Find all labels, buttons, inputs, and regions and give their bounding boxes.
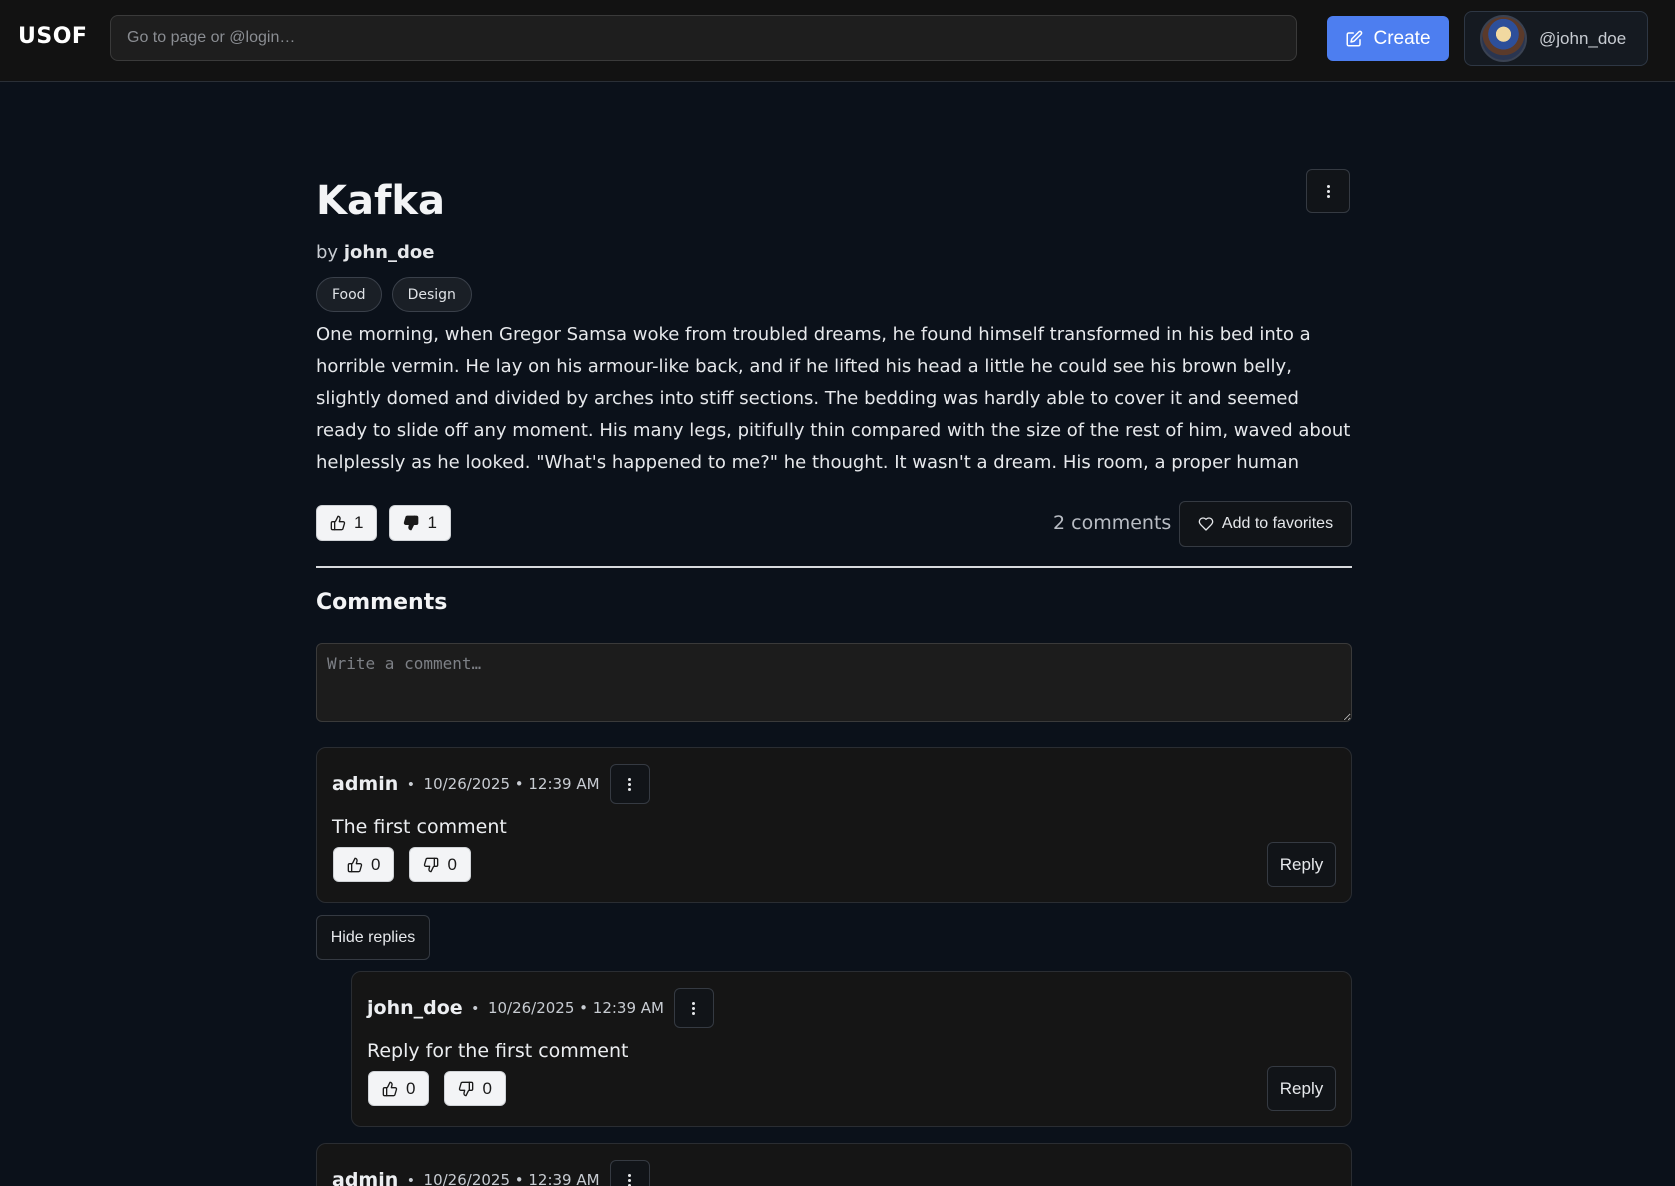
hide-replies-button[interactable]: Hide replies	[316, 915, 430, 960]
comment-card: admin • 10/26/2025 • 12:39 AM	[316, 1143, 1352, 1186]
comment-card: admin • 10/26/2025 • 12:39 AM The first …	[316, 747, 1352, 903]
thumbs-down-icon	[459, 1081, 474, 1096]
tag-food[interactable]: Food	[316, 277, 382, 312]
user-handle: @john_doe	[1539, 28, 1627, 48]
edit-icon	[1346, 30, 1363, 46]
thumbs-down-icon	[404, 515, 419, 531]
comment-dislike-count: 0	[447, 854, 457, 874]
thumbs-up-icon	[382, 1081, 398, 1096]
comment-menu-button[interactable]	[609, 764, 650, 804]
comments-heading: Comments	[316, 590, 448, 615]
comment-votes: 0 0	[333, 847, 471, 882]
comment-header: admin • 10/26/2025 • 12:39 AM	[332, 764, 650, 804]
comment-text: The first comment	[332, 816, 507, 838]
dislike-button[interactable]: 1	[389, 505, 451, 541]
reply-button[interactable]: Reply	[1267, 842, 1336, 887]
comment-header: john_doe • 10/26/2025 • 12:39 AM	[367, 988, 714, 1028]
comment-like-button[interactable]: 0	[368, 1071, 430, 1106]
top-navbar: USOF Create @john_doe	[0, 0, 1675, 82]
separator-dot: •	[472, 999, 478, 1017]
comment-dislike-count: 0	[482, 1078, 492, 1098]
like-count: 1	[354, 513, 364, 532]
like-button[interactable]: 1	[316, 505, 378, 541]
comment-like-count: 0	[371, 854, 381, 874]
user-menu[interactable]: @john_doe	[1464, 11, 1648, 66]
separator-dot: •	[408, 775, 414, 793]
search-input[interactable]	[110, 15, 1297, 61]
comment-header: admin • 10/26/2025 • 12:39 AM	[332, 1160, 650, 1186]
separator-dot: •	[408, 1171, 414, 1186]
kebab-menu-icon	[628, 777, 632, 791]
comment-timestamp: 10/26/2025 • 12:39 AM	[423, 1171, 600, 1186]
post-menu-button[interactable]	[1306, 169, 1350, 213]
comment-votes: 0 0	[368, 1071, 506, 1106]
thumbs-up-icon	[330, 515, 346, 531]
section-divider	[316, 566, 1352, 568]
comment-menu-button[interactable]	[673, 988, 714, 1028]
comment-dislike-button[interactable]: 0	[409, 847, 471, 882]
post-byline: by john_doe	[316, 242, 434, 263]
thumbs-up-icon	[347, 857, 363, 872]
dislike-count: 1	[427, 513, 437, 532]
comment-like-button[interactable]: 0	[333, 847, 395, 882]
comment-author[interactable]: admin	[332, 773, 398, 795]
comment-input[interactable]	[316, 643, 1352, 722]
comment-author[interactable]: john_doe	[367, 997, 463, 1019]
favorites-label: Add to favorites	[1221, 515, 1334, 532]
comment-timestamp: 10/26/2025 • 12:39 AM	[423, 775, 600, 793]
reply-button[interactable]: Reply	[1267, 1066, 1336, 1111]
tag-design[interactable]: Design	[391, 277, 472, 312]
comment-timestamp: 10/26/2025 • 12:39 AM	[487, 999, 664, 1017]
comment-count: 2 comments	[1053, 512, 1172, 534]
post-tags: Food Design	[316, 277, 472, 312]
add-to-favorites-button[interactable]: Add to favorites	[1179, 501, 1352, 547]
comment-like-count: 0	[406, 1078, 416, 1098]
comment-dislike-button[interactable]: 0	[444, 1071, 506, 1106]
comment-menu-button[interactable]	[609, 1160, 650, 1186]
comment-author[interactable]: admin	[332, 1169, 398, 1186]
post-body: One morning, when Gregor Samsa woke from…	[316, 324, 1351, 473]
kebab-menu-icon	[628, 1173, 632, 1186]
post-votes: 1 1	[316, 505, 451, 541]
post-title: Kafka	[316, 178, 445, 224]
app-logo[interactable]: USOF	[18, 24, 87, 49]
create-button[interactable]: Create	[1327, 16, 1449, 61]
comment-text: Reply for the first comment	[367, 1040, 629, 1062]
thumbs-down-icon	[424, 857, 439, 872]
reply-card: john_doe • 10/26/2025 • 12:39 AM Reply f…	[351, 971, 1352, 1127]
create-label: Create	[1373, 27, 1431, 49]
post-author-link[interactable]: john_doe	[344, 242, 435, 263]
avatar	[1480, 15, 1527, 62]
kebab-menu-icon	[692, 1001, 696, 1015]
byline-prefix: by	[316, 242, 339, 263]
heart-icon	[1198, 517, 1214, 531]
kebab-menu-icon	[1326, 184, 1330, 198]
